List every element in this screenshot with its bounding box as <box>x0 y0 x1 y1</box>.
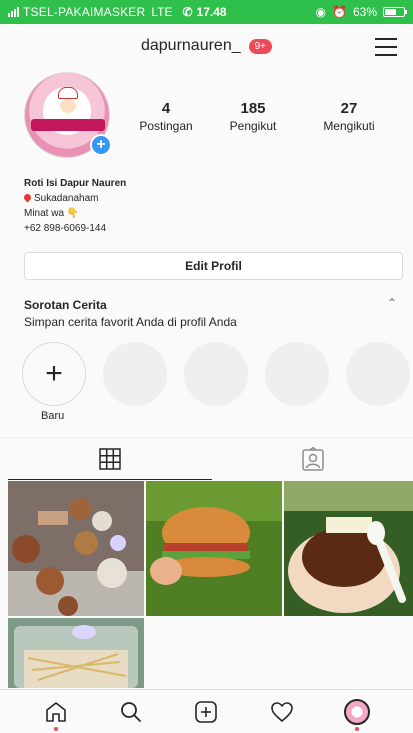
edit-profile-button[interactable]: Edit Profil <box>24 252 403 280</box>
profile-name: Roti Isi Dapur Nauren <box>24 178 127 189</box>
network-type: LTE <box>151 5 173 19</box>
bio-line: Minat wa 👇 <box>24 208 80 219</box>
nav-activity[interactable] <box>265 695 299 729</box>
highlights-title: Sorotan Cerita <box>24 298 107 312</box>
activity-dot <box>355 726 360 731</box>
bio-phone[interactable]: +62 898-6069-144 <box>24 221 126 236</box>
post-image <box>8 481 144 616</box>
profile-stats: 4 Postingan 185 Pengikut 27 Mengikuti <box>130 100 410 133</box>
chef-hat-logo <box>58 87 78 99</box>
status-bar: TSEL-PAKAIMASKER LTE ✆ 17.48 ◉ ⏰ 63% <box>0 0 413 24</box>
tab-grid[interactable] <box>8 438 212 480</box>
highlights-subtitle: Simpan cerita favorit Anda di profil And… <box>24 315 237 329</box>
new-highlight-label: Baru <box>41 410 65 422</box>
tab-tagged[interactable] <box>212 438 413 480</box>
tagged-person-icon <box>301 447 324 471</box>
nav-search[interactable] <box>114 695 148 729</box>
stat-label: Pengikut <box>229 119 277 133</box>
post-thumbnail[interactable] <box>146 481 282 616</box>
nav-profile[interactable] <box>340 695 374 731</box>
battery-icon <box>383 7 407 17</box>
post-image <box>146 481 282 616</box>
stat-value: 185 <box>240 100 266 117</box>
logo-banner <box>31 119 105 131</box>
nav-add-post[interactable] <box>189 695 223 729</box>
stat-posts[interactable]: 4 Postingan <box>130 100 202 133</box>
highlight-placeholder <box>184 342 248 406</box>
post-thumbnail[interactable] <box>8 481 144 616</box>
activity-dot <box>53 726 58 731</box>
logo-face <box>60 99 76 113</box>
add-story-icon[interactable]: + <box>90 134 112 156</box>
profile-bio: Roti Isi Dapur Nauren Sukadanaham Minat … <box>22 176 127 236</box>
stat-following[interactable]: 27 Mengikuti <box>306 100 392 133</box>
post-thumbnail[interactable] <box>284 481 413 616</box>
notification-badge[interactable]: 9+ <box>248 38 273 54</box>
hamburger-menu-icon[interactable] <box>375 38 397 62</box>
new-highlight-button[interactable]: + <box>22 342 86 406</box>
stat-label: Postingan <box>139 119 193 133</box>
battery-percent: 63% <box>352 5 377 19</box>
profile-avatar-icon <box>344 698 371 725</box>
stat-followers[interactable]: 185 Pengikut <box>210 100 296 133</box>
post-image <box>284 481 413 616</box>
heart-icon <box>271 701 293 722</box>
search-icon <box>121 701 141 722</box>
stat-value: 27 <box>340 100 358 117</box>
home-icon <box>45 701 66 722</box>
signal-icon <box>8 7 19 17</box>
bottom-navigation <box>0 689 413 733</box>
username[interactable]: dapurnauren_ <box>141 37 241 55</box>
post-thumbnail[interactable] <box>8 618 144 688</box>
highlight-placeholder <box>103 342 167 406</box>
call-icon: ✆ <box>182 5 193 19</box>
alarm-icon: ⏰ <box>332 5 347 19</box>
pin-icon <box>22 192 33 203</box>
highlight-placeholder <box>265 342 329 406</box>
stat-value: 4 <box>161 100 171 117</box>
stat-label: Mengikuti <box>323 119 375 133</box>
nav-home[interactable] <box>39 695 73 731</box>
profile-header: dapurnauren_ 9+ <box>0 24 413 68</box>
grid-icon <box>99 447 121 470</box>
bio-location: Sukadanaham <box>22 191 126 206</box>
add-post-icon <box>195 700 218 723</box>
carrier-name: TSEL-PAKAIMASKER <box>23 5 146 19</box>
clock: 17.48 <box>196 5 227 19</box>
location-text: Sukadanaham <box>34 193 99 204</box>
highlight-placeholder <box>346 342 410 406</box>
post-image <box>8 618 144 688</box>
location-icon: ◉ <box>315 5 327 19</box>
chevron-up-icon[interactable]: ⌃ <box>387 296 397 310</box>
plus-icon: + <box>45 357 63 390</box>
profile-tabs <box>0 437 413 480</box>
